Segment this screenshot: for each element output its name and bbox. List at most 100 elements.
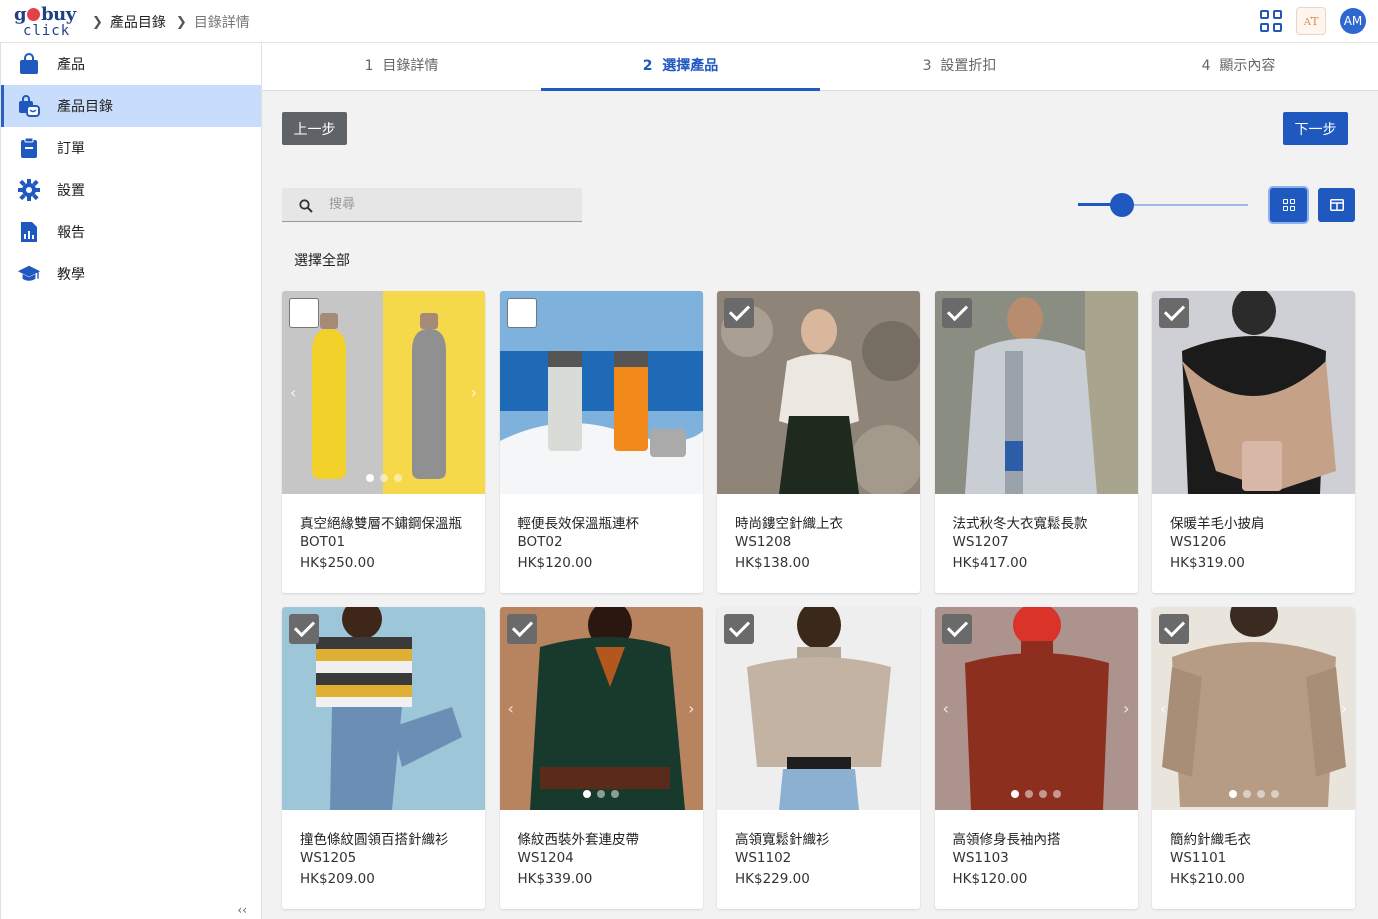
- product-sku: BOT02: [517, 534, 563, 550]
- wizard-stepper: 1 目錄詳情 2 選擇產品 3 設置折扣 4 顯示內容: [262, 43, 1378, 91]
- product-select-checkbox[interactable]: [289, 614, 319, 644]
- product-select-checkbox[interactable]: [506, 298, 537, 328]
- carousel-dot[interactable]: [583, 790, 591, 798]
- apps-grid-icon[interactable]: [1260, 10, 1282, 32]
- step-catalog-details[interactable]: 1 目錄詳情: [262, 43, 541, 90]
- carousel-prev-icon[interactable]: ‹: [943, 699, 949, 718]
- user-avatar[interactable]: AM: [1340, 8, 1366, 34]
- sidebar-item-tutorial[interactable]: 教學: [1, 253, 261, 295]
- carousel-prev-icon[interactable]: ‹: [290, 383, 296, 402]
- step-select-products[interactable]: 2 選擇產品: [541, 43, 820, 91]
- product-grid: ‹ › 真空絕緣雙層不鏽鋼保溫瓶 BOT01 HK$250.00 輕便長效保溫瓶連杯 BOT…: [282, 291, 1356, 909]
- carousel-dot[interactable]: [1270, 790, 1279, 798]
- product-sku: BOT01: [300, 534, 346, 550]
- product-card[interactable]: ‹ › 條紋西裝外套連皮帶 WS1204 HK$339.00: [499, 607, 703, 909]
- carousel-prev-icon[interactable]: ‹: [1160, 699, 1166, 718]
- chevron-right-icon: ❯: [175, 14, 187, 30]
- step-set-discount[interactable]: 3 設置折扣: [820, 43, 1099, 90]
- carousel-dot[interactable]: [379, 474, 388, 482]
- next-step-button[interactable]: 下一步: [1283, 112, 1348, 145]
- product-card[interactable]: 撞色條紋圓領百搭針織衫 WS1205 HK$209.00: [282, 607, 485, 909]
- grid-view-button[interactable]: [1270, 188, 1307, 222]
- product-image: ‹ ›: [934, 607, 1138, 810]
- product-name: 高領寬鬆針織衫: [735, 832, 830, 848]
- product-card[interactable]: 法式秋冬大衣寬鬆長款 WS1207 HK$417.00: [934, 291, 1138, 593]
- logo-text-top: g buy: [14, 4, 76, 25]
- search-icon: [299, 198, 313, 213]
- search-input[interactable]: [329, 197, 549, 212]
- carousel-next-icon[interactable]: ›: [471, 383, 477, 402]
- product-price: HK$209.00: [300, 871, 375, 887]
- language-switch-button[interactable]: A͛T: [1296, 7, 1326, 35]
- carousel-next-icon[interactable]: ›: [1123, 699, 1129, 718]
- product-card[interactable]: 保暖羊毛小披肩 WS1206 HK$319.00: [1152, 291, 1355, 593]
- carousel-dot[interactable]: [1256, 790, 1265, 798]
- product-select-checkbox[interactable]: [1159, 298, 1189, 328]
- previous-step-button[interactable]: 上一步: [282, 112, 347, 145]
- carousel-dot[interactable]: [1242, 790, 1251, 798]
- product-select-checkbox[interactable]: [506, 614, 537, 644]
- product-name: 法式秋冬大衣寬鬆長款: [952, 516, 1088, 532]
- carousel-next-icon[interactable]: ›: [1341, 699, 1347, 718]
- carousel-dot[interactable]: [365, 474, 374, 482]
- top-bar: g buy click ❯ 產品目錄 ❯ 目錄詳情 A͛T AM: [0, 0, 1378, 43]
- carousel-dot[interactable]: [1011, 790, 1019, 798]
- slider-thumb[interactable]: [1110, 193, 1135, 217]
- step-number: 4: [1201, 58, 1211, 74]
- product-sku: WS1103: [952, 850, 1009, 866]
- graduation-cap-icon: [17, 262, 41, 286]
- product-image: ‹ ›: [499, 607, 703, 810]
- table-view-icon: [1329, 199, 1344, 211]
- product-search: [282, 188, 582, 222]
- product-name: 高領修身長袖內搭: [952, 832, 1061, 848]
- carousel-next-icon[interactable]: ›: [688, 699, 694, 718]
- product-sku: WS1206: [1170, 534, 1227, 550]
- product-name: 撞色條紋圓領百搭針織衫: [300, 832, 449, 848]
- product-select-checkbox[interactable]: [724, 298, 754, 328]
- step-label: 選擇產品: [662, 58, 719, 74]
- breadcrumb-catalog-link[interactable]: 產品目錄: [110, 12, 166, 32]
- product-card[interactable]: 高領寬鬆針織衫 WS1102 HK$229.00: [717, 607, 920, 909]
- product-card[interactable]: 輕便長效保溫瓶連杯 BOT02 HK$120.00: [499, 291, 703, 593]
- sidebar-item-catalog[interactable]: 產品目錄: [1, 85, 261, 127]
- product-card[interactable]: ‹ › 真空絕緣雙層不鏽鋼保溫瓶 BOT01 HK$250.00: [282, 291, 485, 593]
- grid-view-icon: [1282, 199, 1295, 211]
- product-select-checkbox[interactable]: [289, 298, 319, 328]
- product-select-checkbox[interactable]: [1159, 614, 1189, 644]
- carousel-prev-icon[interactable]: ‹: [508, 699, 514, 718]
- product-select-checkbox[interactable]: [724, 614, 754, 644]
- product-select-checkbox[interactable]: [941, 614, 972, 644]
- carousel-dot[interactable]: [1228, 790, 1237, 798]
- product-image: [717, 607, 920, 810]
- carousel-dot[interactable]: [1039, 790, 1047, 798]
- carousel-dot[interactable]: [611, 790, 619, 798]
- collapse-sidebar-icon[interactable]: ‹‹: [237, 903, 247, 917]
- thumbnail-size-slider[interactable]: [1078, 193, 1248, 217]
- product-card[interactable]: ‹ › 簡約針織毛衣 WS1101 HK$210.00: [1152, 607, 1355, 909]
- product-card[interactable]: 時尚鏤空針織上衣 WS1208 HK$138.00: [717, 291, 920, 593]
- table-view-button[interactable]: [1318, 188, 1355, 222]
- sidebar-item-reports[interactable]: 報告: [1, 211, 261, 253]
- carousel-indicator: [282, 474, 485, 482]
- product-price: HK$120.00: [952, 871, 1028, 887]
- sidebar-item-products[interactable]: 產品: [1, 43, 261, 85]
- product-price: HK$120.00: [517, 555, 593, 571]
- gobuy-logo[interactable]: g buy click: [14, 4, 80, 39]
- carousel-dot[interactable]: [393, 474, 402, 482]
- select-all-button[interactable]: 選擇全部: [282, 244, 362, 278]
- sidebar-item-label: 產品: [57, 57, 85, 73]
- product-card[interactable]: ‹ › 高領修身長袖內搭 WS1103 HK$120.00: [934, 607, 1138, 909]
- sidebar-item-orders[interactable]: 訂單: [1, 127, 261, 169]
- carousel-dot[interactable]: [597, 790, 605, 798]
- step-label: 目錄詳情: [382, 58, 439, 74]
- step-display-content[interactable]: 4 顯示內容: [1099, 43, 1378, 90]
- carousel-indicator: [935, 790, 1138, 798]
- sidebar-item-settings[interactable]: 設置: [1, 169, 261, 211]
- carousel-dot[interactable]: [1053, 790, 1061, 798]
- gear-icon: [17, 178, 41, 202]
- sidebar-item-label: 訂單: [57, 141, 85, 157]
- shopping-bag-icon: [17, 52, 41, 76]
- carousel-dot[interactable]: [1025, 790, 1033, 798]
- product-price: HK$229.00: [735, 871, 810, 887]
- product-select-checkbox[interactable]: [941, 298, 972, 328]
